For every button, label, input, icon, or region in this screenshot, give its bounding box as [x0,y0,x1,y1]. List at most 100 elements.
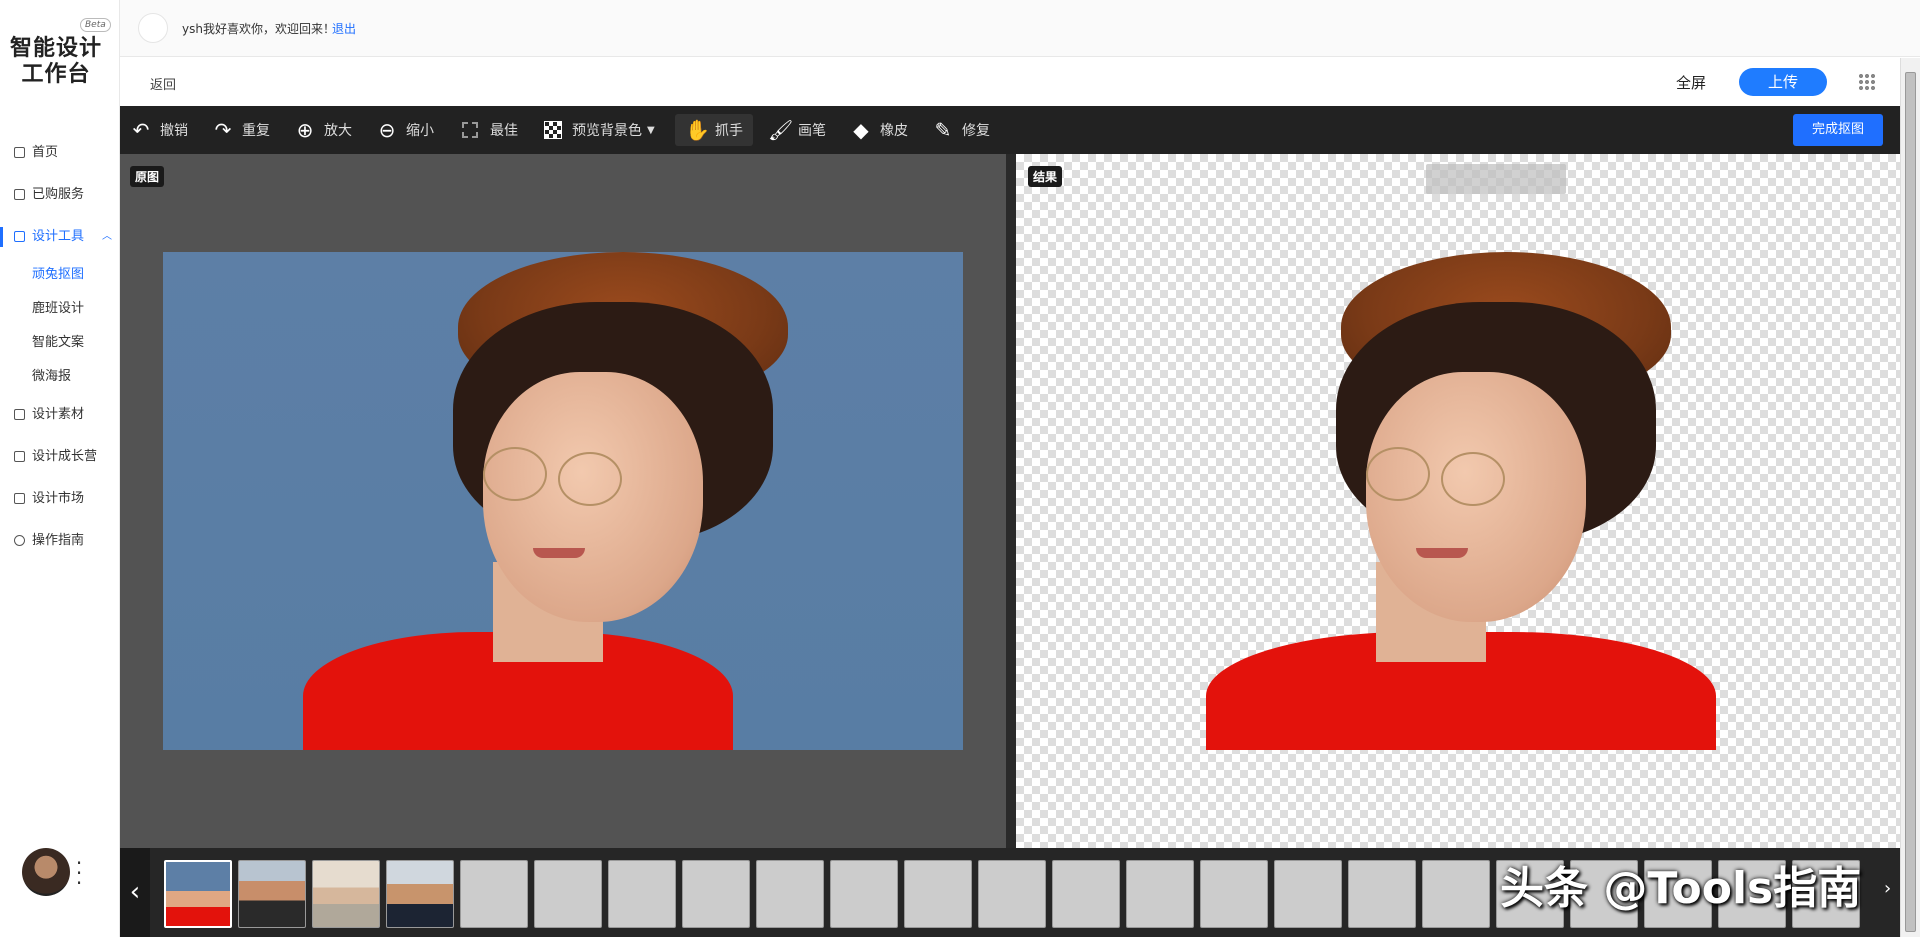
avatar[interactable] [22,848,70,896]
more-vertical-icon[interactable]: · · · [74,853,84,893]
sidebar-nav: 首页 已购服务 设计工具 ︿ 顽兔抠图 鹿班设计 智能文案 微海报 设计素材 设计… [0,132,120,562]
sidebar-item-purchased[interactable]: 已购服务 [0,174,120,216]
scrollbar[interactable] [1900,58,1920,937]
original-image [163,252,963,750]
brush-label: 画笔 [798,123,826,139]
scrollbar-thumb[interactable] [1905,72,1916,932]
repair-label: 修复 [962,123,990,139]
sidebar-item-label: 已购服务 [32,187,85,202]
thumbnail-empty[interactable] [460,860,528,928]
thumbnail[interactable] [164,860,232,928]
result-image [1196,252,1726,750]
thumbnail-empty[interactable] [1126,860,1194,928]
page-header: 返回 全屏 上传 [120,58,1900,106]
sidebar-subitem-luban[interactable]: 鹿班设计 [0,292,120,326]
preview-bg-dropdown[interactable]: 预览背景色 ▼ [544,106,655,154]
help-icon [14,535,25,546]
sidebar-subitem-cutout[interactable]: 顽兔抠图 [0,258,120,292]
zoom-out-button[interactable]: ⊖ 缩小 [376,106,434,154]
thumbnail-empty[interactable] [682,860,750,928]
logo-line-1: 智能设计 [10,36,103,61]
thumbnail-empty[interactable] [608,860,676,928]
sidebar-item-label: 设计素材 [32,407,85,422]
watermark: 头条 @Tools指南 [1500,863,1862,914]
sidebar-item-growth[interactable]: 设计成长营 [0,436,120,478]
sidebar-item-market[interactable]: 设计市场 [0,478,120,520]
subject-figure-cutout [1196,252,1726,750]
hand-icon: ✋ [685,118,710,142]
redo-button[interactable]: ↷ 重复 [212,106,270,154]
eraser-tool-button[interactable]: ◆ 橡皮 [850,106,908,154]
thumbnail[interactable] [238,860,306,928]
undo-button[interactable]: ↶ 撤销 [130,106,188,154]
hand-label: 抓手 [715,123,743,139]
redo-label: 重复 [242,123,270,139]
apps-grid-icon[interactable] [1858,73,1876,91]
sidebar-subitem-copywriting[interactable]: 智能文案 [0,326,120,360]
zoom-out-label: 缩小 [406,123,434,139]
sidebar-item-label: 设计市场 [32,491,85,506]
user-avatar-small[interactable] [138,13,168,43]
thumbnail-empty[interactable] [1052,860,1120,928]
finish-cutout-button[interactable]: 完成抠图 [1793,114,1883,146]
chevron-up-icon: ︿ [102,231,112,242]
result-label: 结果 [1028,166,1063,187]
hand-tool-button[interactable]: ✋ 抓手 [675,114,753,146]
original-panel[interactable]: 原图 [120,154,1006,848]
editor-toolbar: ↶ 撤销 ↷ 重复 ⊕ 放大 ⊖ 缩小 最佳 预览背景色 ▼ ✋ 抓手 🖌 画笔 ◆ 橡皮 ✎ 修… [120,106,1900,154]
thumbnail-empty[interactable] [1422,860,1490,928]
result-panel[interactable]: 结果 [1016,154,1900,848]
app-logo[interactable]: Beta 智能设计 工作台 [10,18,111,88]
checker-icon [544,121,562,139]
thumbnail-empty[interactable] [904,860,972,928]
thumbnail[interactable] [386,860,454,928]
zoom-in-button[interactable]: ⊕ 放大 [294,106,352,154]
thumbnail-empty[interactable] [830,860,898,928]
shop-icon [14,493,25,504]
sidebar: Beta 智能设计 工作台 首页 已购服务 设计工具 ︿ 顽兔抠图 鹿班设计 智能… [0,0,120,937]
panel-divider [1006,154,1016,848]
brush-tool-button[interactable]: 🖌 画笔 [768,106,826,154]
thumbnail-empty[interactable] [756,860,824,928]
sidebar-item-home[interactable]: 首页 [0,132,120,174]
thumbnail-empty[interactable] [978,860,1046,928]
upload-button[interactable]: 上传 [1739,68,1827,96]
thumbnail[interactable] [312,860,380,928]
subject-figure [163,252,963,750]
undo-icon: ↶ [132,118,150,142]
chevron-left-icon[interactable]: ‹ [120,848,150,937]
sidebar-item-label: 设计工具 [32,229,85,244]
zoom-out-icon: ⊖ [378,118,396,142]
home-icon [14,147,25,158]
thumbnail-empty[interactable] [1348,860,1416,928]
sidebar-item-design-tools[interactable]: 设计工具 ︿ [0,216,120,258]
sidebar-item-label: 操作指南 [32,533,85,548]
bag-icon [14,189,25,200]
fullscreen-button[interactable]: 全屏 [1676,72,1706,93]
logo-line-2: 工作台 [21,62,91,87]
preview-bg-label: 预览背景色 [572,123,642,139]
thumbnail-empty[interactable] [534,860,602,928]
logout-link[interactable]: 退出 [332,20,356,37]
zoom-in-label: 放大 [324,123,352,139]
repair-icon: ✎ [934,118,952,142]
sidebar-subitem-poster[interactable]: 微海报 [0,360,120,394]
beta-badge: Beta [80,18,111,32]
best-fit-button[interactable]: 最佳 [462,106,518,154]
flag-icon [14,451,25,462]
thumbnail-empty[interactable] [1274,860,1342,928]
caret-down-icon: ▼ [647,124,655,136]
best-fit-label: 最佳 [490,123,518,139]
sidebar-item-guide[interactable]: 操作指南 [0,520,120,562]
chevron-right-icon[interactable]: › [1884,878,1891,899]
repair-tool-button[interactable]: ✎ 修复 [932,106,990,154]
sidebar-item-materials[interactable]: 设计素材 [0,394,120,436]
sidebar-item-label: 设计成长营 [32,449,98,464]
file-icon [14,409,25,420]
back-link[interactable]: 返回 [150,74,176,93]
fit-screen-icon [462,122,478,138]
thumbnail-empty[interactable] [1200,860,1268,928]
redo-icon: ↷ [214,118,232,142]
eraser-icon: ◆ [853,118,869,142]
undo-label: 撤销 [160,123,188,139]
